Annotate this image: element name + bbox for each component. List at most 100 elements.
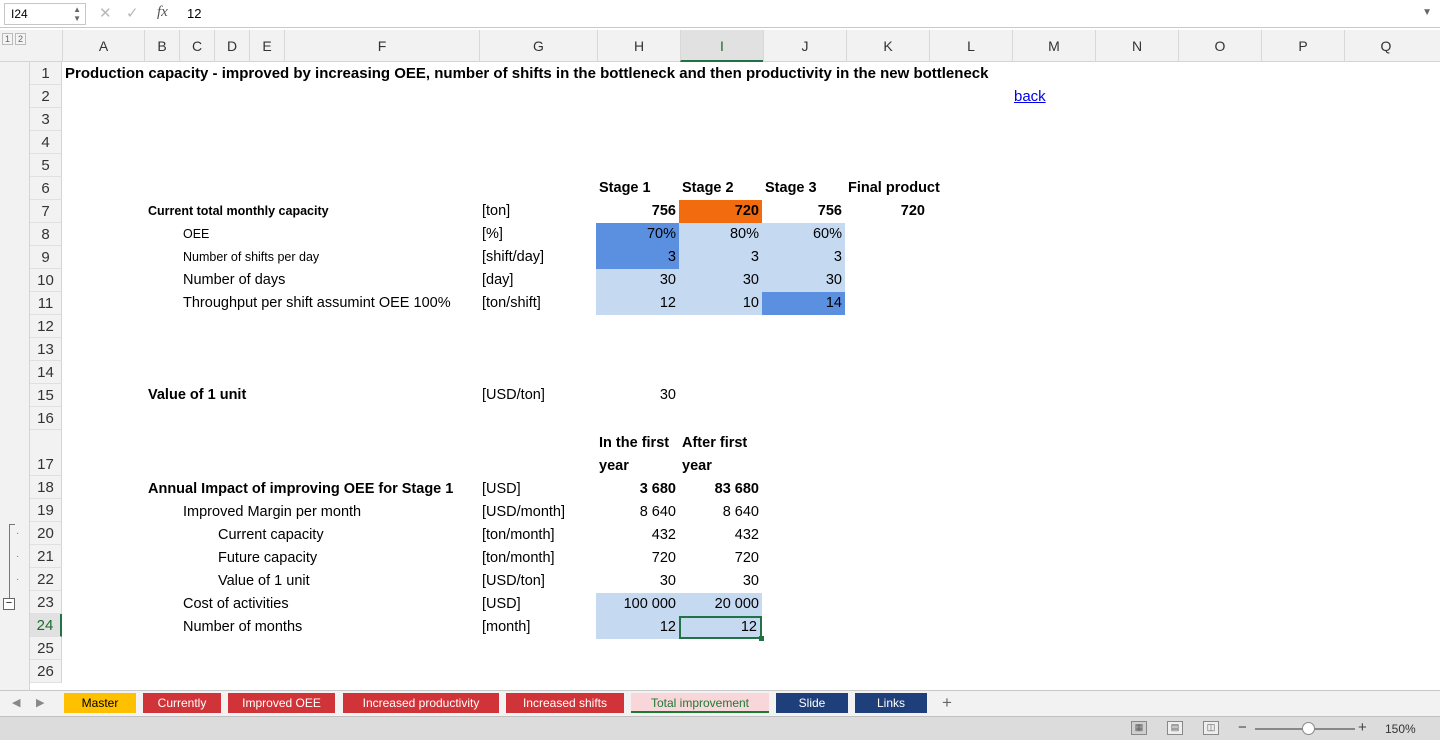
shifts-stage-1[interactable]: 3 xyxy=(596,246,679,269)
zoom-out-icon[interactable]: − xyxy=(1238,719,1247,736)
shifts-stage-2[interactable]: 3 xyxy=(679,246,762,269)
expand-formula-bar-icon[interactable]: ▼ xyxy=(1422,7,1432,18)
insert-function-icon[interactable]: fx xyxy=(157,4,168,21)
impact-row-after-first-year[interactable]: 8 640 xyxy=(679,501,762,524)
prev-sheet-icon[interactable]: ◀ xyxy=(12,696,20,709)
capacity-stage-1[interactable]: 756 xyxy=(596,200,679,223)
tab-master[interactable]: Master xyxy=(64,693,136,713)
page-break-view-icon[interactable]: ◫ xyxy=(1203,721,1219,735)
throughput-stage-3[interactable]: 14 xyxy=(762,292,845,315)
column-header-f[interactable]: F xyxy=(284,30,479,62)
row-header-13[interactable]: 13 xyxy=(30,338,62,361)
column-header-a[interactable]: A xyxy=(62,30,144,62)
impact-row-first-year[interactable]: 100 000 xyxy=(596,593,679,616)
column-header-e[interactable]: E xyxy=(249,30,284,62)
unit-value[interactable]: 30 xyxy=(596,384,679,407)
impact-row-after-first-year[interactable]: 30 xyxy=(679,570,762,593)
oee-stage-3[interactable]: 60% xyxy=(762,223,845,246)
column-header-l[interactable]: L xyxy=(929,30,1012,62)
days-stage-2[interactable]: 30 xyxy=(679,269,762,292)
impact-row-after-first-year[interactable]: 720 xyxy=(679,547,762,570)
formula-input[interactable]: 12 xyxy=(187,6,201,21)
impact-row-after-first-year[interactable]: 20 000 xyxy=(679,593,762,616)
tab-improved-oee[interactable]: Improved OEE xyxy=(228,693,335,713)
tab-currently[interactable]: Currently xyxy=(143,693,221,713)
name-box-stepper-icon[interactable]: ▲ ▼ xyxy=(73,5,81,23)
name-box[interactable]: I24 ▲ ▼ xyxy=(4,3,86,25)
row-header-15[interactable]: 15 xyxy=(30,384,62,407)
row-header-26[interactable]: 26 xyxy=(30,660,62,683)
impact-row-first-year[interactable]: 8 640 xyxy=(596,501,679,524)
tab-total-improvement[interactable]: Total improvement xyxy=(631,693,769,713)
column-header-p[interactable]: P xyxy=(1261,30,1344,62)
impact-row-after-first-year[interactable]: 432 xyxy=(679,524,762,547)
impact-row-first-year[interactable]: 30 xyxy=(596,570,679,593)
row-header-4[interactable]: 4 xyxy=(30,131,62,154)
column-header-g[interactable]: G xyxy=(479,30,597,62)
days-stage-3[interactable]: 30 xyxy=(762,269,845,292)
capacity-stage-2-bottleneck[interactable]: 720 xyxy=(679,200,762,223)
page-layout-view-icon[interactable]: ▤ xyxy=(1167,721,1183,735)
zoom-in-icon[interactable]: + xyxy=(1358,719,1367,736)
outline-level-1-button[interactable]: 1 xyxy=(2,33,13,45)
cancel-icon[interactable]: ✕ xyxy=(99,4,112,22)
row-header-2[interactable]: 2 xyxy=(30,85,62,108)
row-header-7[interactable]: 7 xyxy=(30,200,62,223)
impact-row-first-year[interactable]: 720 xyxy=(596,547,679,570)
column-header-k[interactable]: K xyxy=(846,30,929,62)
days-stage-1[interactable]: 30 xyxy=(596,269,679,292)
row-header-17[interactable]: 17 xyxy=(30,430,62,476)
back-link[interactable]: back xyxy=(1014,88,1046,105)
impact-row-first-year[interactable]: 3 680 xyxy=(596,478,679,501)
add-sheet-icon[interactable]: + xyxy=(942,693,952,713)
tab-slide[interactable]: Slide xyxy=(776,693,848,713)
column-header-c[interactable]: C xyxy=(179,30,214,62)
column-header-n[interactable]: N xyxy=(1095,30,1178,62)
tab-links[interactable]: Links xyxy=(855,693,927,713)
row-header-20[interactable]: 20 xyxy=(30,522,62,545)
row-header-6[interactable]: 6 xyxy=(30,177,62,200)
impact-row-first-year[interactable]: 12 xyxy=(596,616,679,639)
selected-cell-i24[interactable]: 12 xyxy=(679,616,762,639)
worksheet-grid[interactable]: Production capacity - improved by increa… xyxy=(62,62,1440,690)
row-header-8[interactable]: 8 xyxy=(30,223,62,246)
zoom-level[interactable]: 150% xyxy=(1385,722,1416,736)
row-header-9[interactable]: 9 xyxy=(30,246,62,269)
column-header-o[interactable]: O xyxy=(1178,30,1261,62)
outline-level-2-button[interactable]: 2 xyxy=(15,33,26,45)
collapse-group-button[interactable]: − xyxy=(3,598,15,610)
row-header-25[interactable]: 25 xyxy=(30,637,62,660)
next-sheet-icon[interactable]: ▶ xyxy=(36,696,44,709)
capacity-final-product[interactable]: 720 xyxy=(845,200,928,223)
row-header-21[interactable]: 21 xyxy=(30,545,62,568)
column-header-j[interactable]: J xyxy=(763,30,846,62)
shifts-stage-3[interactable]: 3 xyxy=(762,246,845,269)
oee-stage-1[interactable]: 70% xyxy=(596,223,679,246)
enter-icon[interactable]: ✓ xyxy=(126,4,139,22)
row-header-5[interactable]: 5 xyxy=(30,154,62,177)
row-header-10[interactable]: 10 xyxy=(30,269,62,292)
row-header-11[interactable]: 11 xyxy=(30,292,62,315)
row-header-18[interactable]: 18 xyxy=(30,476,62,499)
row-header-14[interactable]: 14 xyxy=(30,361,62,384)
normal-view-icon[interactable]: ▦ xyxy=(1131,721,1147,735)
row-header-19[interactable]: 19 xyxy=(30,499,62,522)
throughput-stage-1[interactable]: 12 xyxy=(596,292,679,315)
throughput-stage-2[interactable]: 10 xyxy=(679,292,762,315)
row-header-3[interactable]: 3 xyxy=(30,108,62,131)
column-header-i[interactable]: I xyxy=(680,30,763,62)
row-header-16[interactable]: 16 xyxy=(30,407,62,430)
fill-handle[interactable] xyxy=(759,636,764,641)
column-header-b[interactable]: B xyxy=(144,30,179,62)
column-header-m[interactable]: M xyxy=(1012,30,1095,62)
impact-row-after-first-year[interactable]: 83 680 xyxy=(679,478,762,501)
row-header-12[interactable]: 12 xyxy=(30,315,62,338)
column-header-d[interactable]: D xyxy=(214,30,249,62)
row-header-23[interactable]: 23 xyxy=(30,591,62,614)
row-header-22[interactable]: 22 xyxy=(30,568,62,591)
column-header-h[interactable]: H xyxy=(597,30,680,62)
capacity-stage-3[interactable]: 756 xyxy=(762,200,845,223)
tab-increased-productivity[interactable]: Increased productivity xyxy=(343,693,499,713)
zoom-slider-thumb[interactable] xyxy=(1302,722,1315,735)
row-header-24[interactable]: 24 xyxy=(30,614,62,637)
